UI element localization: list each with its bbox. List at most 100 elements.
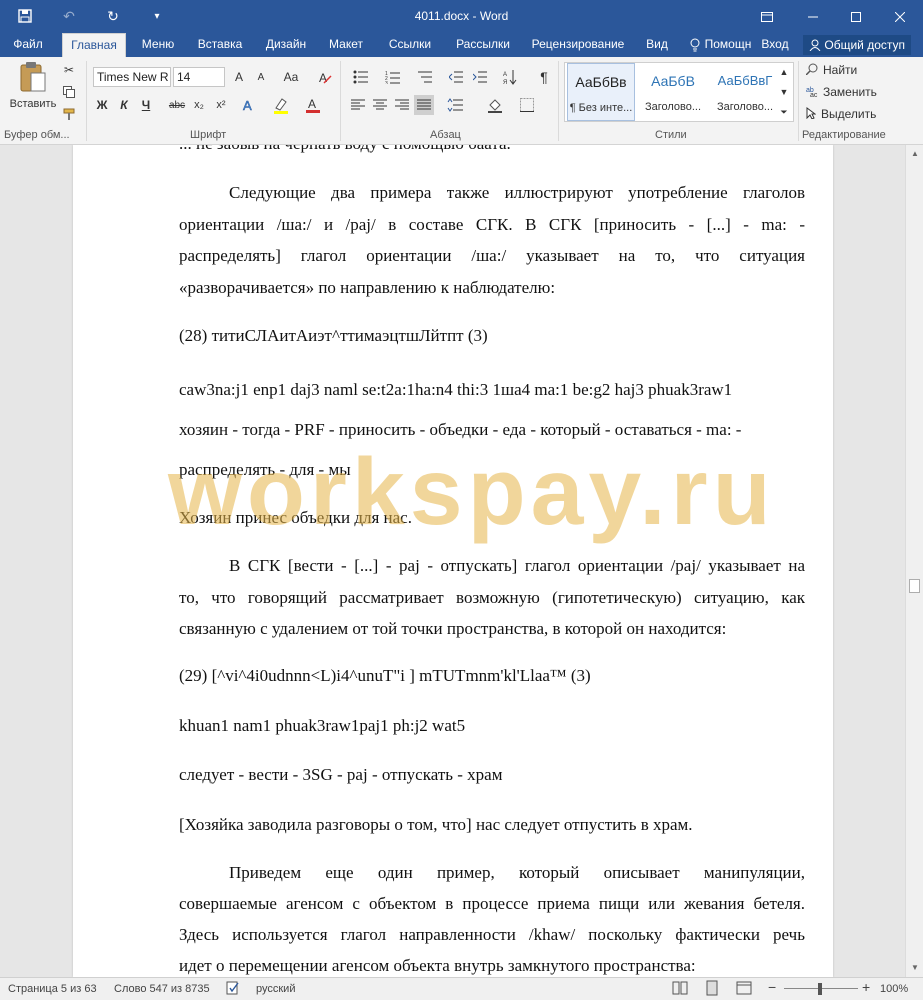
styles-scroll-up-icon[interactable]: ▲ — [776, 63, 792, 81]
document-line: связанную с удалением от той точки прост… — [179, 619, 727, 638]
numbering-icon[interactable]: 123 — [380, 67, 406, 87]
line-spacing-icon[interactable] — [442, 95, 468, 115]
shading-icon[interactable] — [482, 95, 508, 115]
ribbon-display-icon[interactable] — [744, 0, 790, 33]
language[interactable]: русский — [256, 983, 295, 995]
minimize-icon[interactable] — [790, 0, 836, 33]
styles-gallery: АаБбВв ¶ Без инте... АаБбВ Заголово... А… — [564, 62, 794, 122]
grow-font-button[interactable]: A — [230, 67, 248, 87]
svg-text:3: 3 — [385, 81, 388, 84]
zoom-level[interactable]: 100% — [880, 983, 908, 995]
bold-button[interactable]: Ж — [93, 95, 111, 115]
tab-mailings[interactable]: Рассылки — [448, 33, 518, 57]
style-sample: АаБбВвГ — [717, 73, 773, 88]
highlight-icon[interactable] — [268, 95, 294, 115]
borders-icon[interactable] — [514, 95, 540, 115]
document-line: «разворачивается» по направлению к наблю… — [179, 278, 556, 297]
gloss-line: хозяин - тогда - PRF - приносить - объед… — [179, 420, 742, 439]
share-label: Общий доступ — [824, 38, 905, 52]
style-sample: АаБбВ — [651, 73, 695, 89]
style-name: ¶ Без инте... — [569, 102, 633, 114]
increase-indent-icon[interactable] — [470, 67, 490, 87]
font-name-combo[interactable]: Times New R — [93, 67, 171, 87]
read-mode-icon[interactable] — [672, 980, 688, 999]
tab-home[interactable]: Главная — [62, 33, 126, 57]
replace-button[interactable]: ab ac Заменить — [806, 83, 886, 101]
document-page[interactable]: ... не забыв на черпать воду с помощью б… — [73, 145, 833, 977]
tab-file[interactable]: Файл — [6, 33, 50, 57]
tab-design[interactable]: Дизайн — [258, 33, 314, 57]
share-button[interactable]: Общий доступ — [803, 35, 911, 55]
divider — [798, 61, 799, 141]
bullets-icon[interactable] — [348, 67, 374, 87]
select-button[interactable]: Выделить — [806, 105, 886, 123]
style-heading-2[interactable]: АаБбВвГ Заголово... — [711, 63, 779, 121]
align-left-icon[interactable] — [348, 95, 368, 115]
maximize-icon[interactable] — [833, 0, 879, 33]
tab-help[interactable]: Помощн — [702, 33, 754, 57]
scroll-thumb[interactable] — [909, 579, 920, 593]
svg-text:А: А — [503, 72, 507, 78]
tab-references[interactable]: Ссылки — [382, 33, 438, 57]
zoom-in-icon[interactable]: + — [862, 979, 870, 995]
word-count[interactable]: Слово 547 из 8735 — [114, 983, 210, 995]
multilevel-list-icon[interactable] — [412, 67, 438, 87]
zoom-out-icon[interactable]: − — [768, 979, 776, 995]
scroll-up-icon[interactable]: ▲ — [908, 147, 922, 159]
italic-button[interactable]: К — [115, 95, 133, 115]
align-right-icon[interactable] — [392, 95, 412, 115]
clear-formatting-icon[interactable]: A — [314, 67, 336, 87]
transliteration-line: caw3na:j1 enp1 daj3 naml se:t2a:1ha:n4 t… — [179, 380, 733, 399]
proofing-icon[interactable] — [226, 981, 240, 998]
show-marks-icon[interactable]: ¶ — [534, 67, 554, 87]
document-line: то, что говорящий рассматривает возможну… — [179, 588, 805, 607]
styles-scroll-down-icon[interactable]: ▼ — [776, 83, 792, 101]
font-size-combo[interactable]: 14 — [173, 67, 225, 87]
font-color-icon[interactable]: A — [300, 95, 326, 115]
print-layout-icon[interactable] — [704, 980, 720, 999]
sort-icon[interactable]: АЯ — [500, 67, 520, 87]
find-label: Найти — [823, 63, 858, 77]
copy-icon[interactable] — [60, 83, 78, 101]
decrease-indent-icon[interactable] — [446, 67, 466, 87]
svg-text:A: A — [308, 97, 316, 111]
format-painter-icon[interactable] — [60, 105, 78, 123]
align-center-icon[interactable] — [370, 95, 390, 115]
style-heading-1[interactable]: АаБбВ Заголово... — [639, 63, 707, 121]
document-line: Приведем еще один пример, который описыв… — [229, 863, 805, 882]
status-bar: Страница 5 из 63 Слово 547 из 8735 русск… — [0, 977, 923, 1000]
cut-icon[interactable]: ✂ — [60, 61, 78, 79]
style-name: Заголово... — [716, 101, 774, 113]
tab-review[interactable]: Рецензирование — [528, 33, 628, 57]
underline-button[interactable]: Ч — [137, 95, 155, 115]
scroll-down-icon[interactable]: ▼ — [908, 961, 922, 973]
zoom-slider-thumb[interactable] — [818, 983, 822, 995]
title-bar: ↶ ↻ ▾ 4011.docx - Word — [0, 0, 923, 33]
tab-layout[interactable]: Макет — [322, 33, 370, 57]
lightbulb-icon[interactable] — [688, 33, 702, 57]
vertical-scrollbar[interactable]: ▲ ▼ — [905, 145, 923, 977]
tab-menu[interactable]: Меню — [134, 33, 182, 57]
svg-text:ac: ac — [810, 92, 818, 97]
style-normal[interactable]: АаБбВв ¶ Без инте... — [567, 63, 635, 121]
sign-in-link[interactable]: Вход — [760, 33, 790, 57]
superscript-button[interactable]: x² — [212, 95, 230, 115]
styles-more-icon[interactable]: ⏷ — [776, 103, 792, 121]
find-button[interactable]: Найти — [805, 61, 886, 79]
paste-button[interactable]: Вставить — [8, 61, 58, 125]
web-layout-icon[interactable] — [736, 980, 752, 999]
change-case-button[interactable]: Aa — [278, 67, 304, 87]
tab-insert[interactable]: Вставка — [192, 33, 248, 57]
tab-view[interactable]: Вид — [640, 33, 674, 57]
text-effects-icon[interactable]: A — [236, 95, 262, 115]
paragraph-group-label: Абзац — [430, 129, 461, 141]
justify-icon[interactable] — [414, 95, 434, 115]
shrink-font-button[interactable]: A — [252, 67, 270, 87]
select-label: Выделить — [821, 107, 877, 121]
subscript-button[interactable]: x₂ — [190, 95, 208, 115]
clipboard-group-label: Буфер обм... — [4, 129, 70, 141]
page-count[interactable]: Страница 5 из 63 — [8, 983, 97, 995]
strikethrough-button[interactable]: abc — [166, 95, 188, 115]
style-sample: АаБбВв — [575, 74, 627, 90]
close-icon[interactable] — [877, 0, 923, 33]
